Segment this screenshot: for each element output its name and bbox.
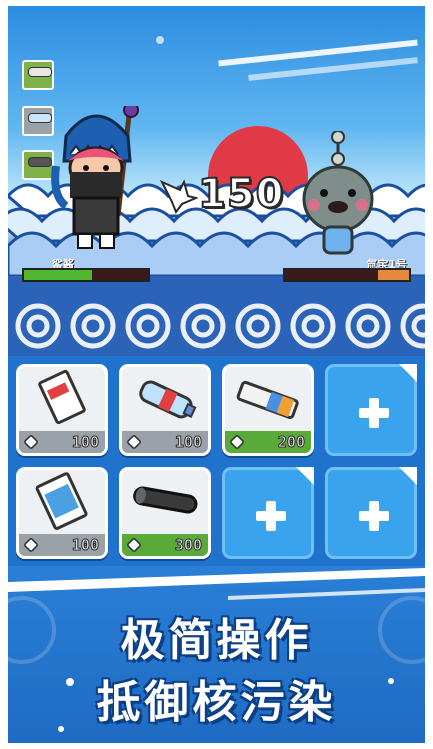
sky-dot (156, 36, 164, 44)
slogan-line-2: 抵御核污染 (96, 677, 337, 728)
plus-icon (359, 398, 389, 428)
game-screen: 150 鲨酱 氚宝1号 100 100 200 100 300 极简操作 抵御核… (8, 6, 425, 743)
shark-girl-player (51, 106, 139, 249)
water-bottle-icon (139, 380, 197, 419)
item-inventory: 100 100 200 100 300 (8, 356, 425, 566)
item-slot[interactable]: 100 (119, 364, 211, 456)
screenshot-canvas: 150 鲨酱 氚宝1号 100 100 200 100 300 极简操作 抵御核… (0, 0, 433, 749)
slogan-banner: 极简操作 抵御核污染 (8, 566, 425, 743)
empty-slot-add-button[interactable] (325, 364, 417, 456)
enemy-hp-bar (283, 268, 411, 282)
item-cost: 100 (174, 433, 202, 452)
player-hp-fill (24, 270, 92, 280)
price-bar: 100 (122, 431, 208, 453)
battery-icon (236, 380, 299, 419)
empty-slot-add-button[interactable] (222, 467, 314, 559)
corner-fold (296, 467, 314, 485)
tritium-blob-enemy (302, 131, 374, 255)
banner-stripes (8, 568, 425, 600)
enemy-hp-fill (378, 270, 409, 280)
player-hp-bar (22, 268, 150, 282)
player-hp-panel: 鲨酱 (22, 256, 152, 286)
item-slot[interactable]: 100 (16, 364, 108, 456)
item-slot[interactable]: 100 (16, 467, 108, 559)
gear-icon (126, 537, 142, 553)
eraser-icon (23, 434, 39, 450)
battle-scene: 150 鲨酱 氚宝1号 (8, 6, 425, 356)
sky-stripe (248, 57, 418, 81)
item-slot[interactable]: 200 (222, 364, 314, 456)
corner-fold (399, 467, 417, 485)
leaf-icon (126, 434, 142, 450)
item-cost: 100 (71, 433, 99, 452)
damage-number: 150 (158, 170, 285, 218)
damage-value: 150 (197, 170, 285, 218)
recycle-icon (229, 434, 245, 450)
item-cost: 300 (174, 536, 202, 555)
empty-slot-add-button[interactable] (325, 467, 417, 559)
juice-box-icon (35, 472, 88, 530)
milk-carton-icon (38, 369, 86, 425)
plus-icon (359, 501, 389, 531)
item-slot[interactable]: 300 (119, 467, 211, 559)
price-bar: 300 (122, 534, 208, 556)
item-cost: 200 (277, 433, 305, 452)
item-cost: 100 (71, 536, 99, 555)
battery-item-icon[interactable] (22, 60, 54, 90)
pipe-icon (133, 486, 198, 514)
price-bar: 100 (19, 431, 105, 453)
price-bar: 200 (225, 431, 311, 453)
enemy-hp-panel: 氚宝1号 (283, 256, 413, 286)
slogan-line-1: 极简操作 (120, 615, 313, 666)
hit-burst-icon (159, 179, 200, 215)
corner-fold (399, 364, 417, 382)
price-bar: 100 (19, 534, 105, 556)
eraser-icon (23, 537, 39, 553)
plus-icon (256, 501, 286, 531)
